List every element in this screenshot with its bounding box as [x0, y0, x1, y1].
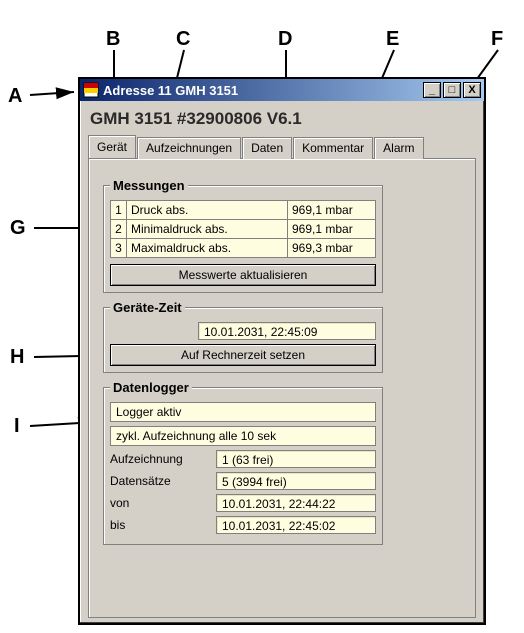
aufzeichnung-label: Aufzeichnung	[110, 452, 210, 466]
tab-daten[interactable]: Daten	[242, 137, 292, 159]
bis-label: bis	[110, 518, 210, 532]
messungen-table: 1 Druck abs. 969,1 mbar 2 Minimaldruck a…	[110, 200, 376, 258]
meas-idx: 2	[111, 220, 127, 239]
meas-idx: 3	[111, 239, 127, 258]
group-datenlogger: Datenlogger Logger aktiv zykl. Aufzeichn…	[103, 387, 383, 545]
logger-status: Logger aktiv	[110, 402, 376, 422]
bis-value: 10.01.2031, 22:45:02	[216, 516, 376, 534]
window-title: Adresse 11 GMH 3151	[103, 83, 423, 98]
device-header: GMH 3151 #32900806 V6.1	[90, 109, 476, 129]
table-row: 1 Druck abs. 969,1 mbar	[111, 201, 376, 220]
titlebar[interactable]: Adresse 11 GMH 3151 _ □ X	[80, 79, 484, 101]
tab-geraet[interactable]: Gerät	[88, 135, 136, 158]
group-title-geraete-zeit: Geräte-Zeit	[110, 300, 185, 315]
group-title-datenlogger: Datenlogger	[110, 380, 192, 395]
meas-idx: 1	[111, 201, 127, 220]
group-geraete-zeit: Geräte-Zeit 10.01.2031, 22:45:09 Auf Rec…	[103, 307, 383, 373]
tab-panel-geraet: Messungen 1 Druck abs. 969,1 mbar 2 Mini…	[88, 158, 476, 618]
tab-alarm[interactable]: Alarm	[374, 137, 423, 159]
close-button[interactable]: X	[463, 82, 481, 98]
group-title-messungen: Messungen	[110, 178, 188, 193]
tabstrip: Gerät Aufzeichnungen Daten Kommentar Ala…	[88, 135, 476, 158]
meas-value: 969,1 mbar	[288, 201, 376, 220]
datensaetze-label: Datensätze	[110, 474, 210, 488]
meas-value: 969,3 mbar	[288, 239, 376, 258]
tab-kommentar[interactable]: Kommentar	[293, 137, 373, 159]
meas-value: 969,1 mbar	[288, 220, 376, 239]
minimize-button[interactable]: _	[423, 82, 441, 98]
meas-name: Maximaldruck abs.	[127, 239, 288, 258]
set-pc-time-button[interactable]: Auf Rechnerzeit setzen	[110, 344, 376, 366]
table-row: 2 Minimaldruck abs. 969,1 mbar	[111, 220, 376, 239]
maximize-button[interactable]: □	[443, 82, 461, 98]
aufzeichnung-value: 1 (63 frei)	[216, 450, 376, 468]
group-messungen: Messungen 1 Druck abs. 969,1 mbar 2 Mini…	[103, 185, 383, 293]
von-label: von	[110, 496, 210, 510]
von-value: 10.01.2031, 22:44:22	[216, 494, 376, 512]
device-time-value: 10.01.2031, 22:45:09	[198, 322, 376, 340]
datensaetze-value: 5 (3994 frei)	[216, 472, 376, 490]
logger-mode: zykl. Aufzeichnung alle 10 sek	[110, 426, 376, 446]
update-measurements-button[interactable]: Messwerte aktualisieren	[110, 264, 376, 286]
meas-name: Druck abs.	[127, 201, 288, 220]
device-window: Adresse 11 GMH 3151 _ □ X GMH 3151 #3290…	[78, 77, 486, 625]
window-icon	[83, 82, 99, 98]
tab-aufzeichnungen[interactable]: Aufzeichnungen	[137, 137, 241, 159]
meas-name: Minimaldruck abs.	[127, 220, 288, 239]
table-row: 3 Maximaldruck abs. 969,3 mbar	[111, 239, 376, 258]
